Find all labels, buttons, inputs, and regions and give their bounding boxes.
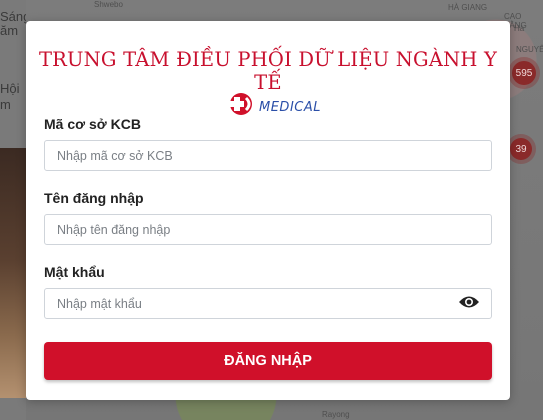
map-cluster-marker[interactable]: 595 (512, 61, 536, 85)
username-label: Tên đăng nhập (44, 190, 144, 206)
background-photo (0, 148, 26, 398)
modal-title: TRUNG TÂM ĐIỀU PHỐI DỮ LIỆU NGÀNH Y TẾ (38, 48, 498, 94)
password-label: Mật khẩu (44, 264, 105, 280)
medical-cross-logo-icon (230, 93, 252, 115)
login-modal: TRUNG TÂM ĐIỀU PHỐI DỮ LIỆU NGÀNH Y TẾ M… (26, 21, 510, 400)
background-sidebar: Sáng ăm Hội m (0, 0, 30, 420)
background-text: m (0, 97, 11, 112)
kcb-label: Mã cơ sở KCB (44, 116, 141, 132)
map-label: Rayong (322, 410, 350, 419)
kcb-code-input[interactable] (44, 140, 492, 171)
username-input[interactable] (44, 214, 492, 245)
eye-icon[interactable] (458, 294, 480, 310)
map-label: Shwebo (94, 0, 123, 9)
password-input[interactable] (44, 288, 492, 319)
login-button[interactable]: ĐĂNG NHẬP (44, 342, 492, 380)
map-cluster-marker[interactable]: 39 (510, 138, 532, 160)
map-label: NGUYÊN (516, 45, 543, 54)
map-label: HÀ GIANG (448, 3, 488, 12)
background-text: ăm (0, 23, 19, 38)
background-text: Hội (0, 81, 20, 96)
brand-logo: MEDICAL (224, 91, 321, 117)
map-label: Hà (514, 24, 525, 33)
logo-text: MEDICAL (259, 99, 321, 115)
show-password-toggle[interactable] (458, 294, 480, 310)
